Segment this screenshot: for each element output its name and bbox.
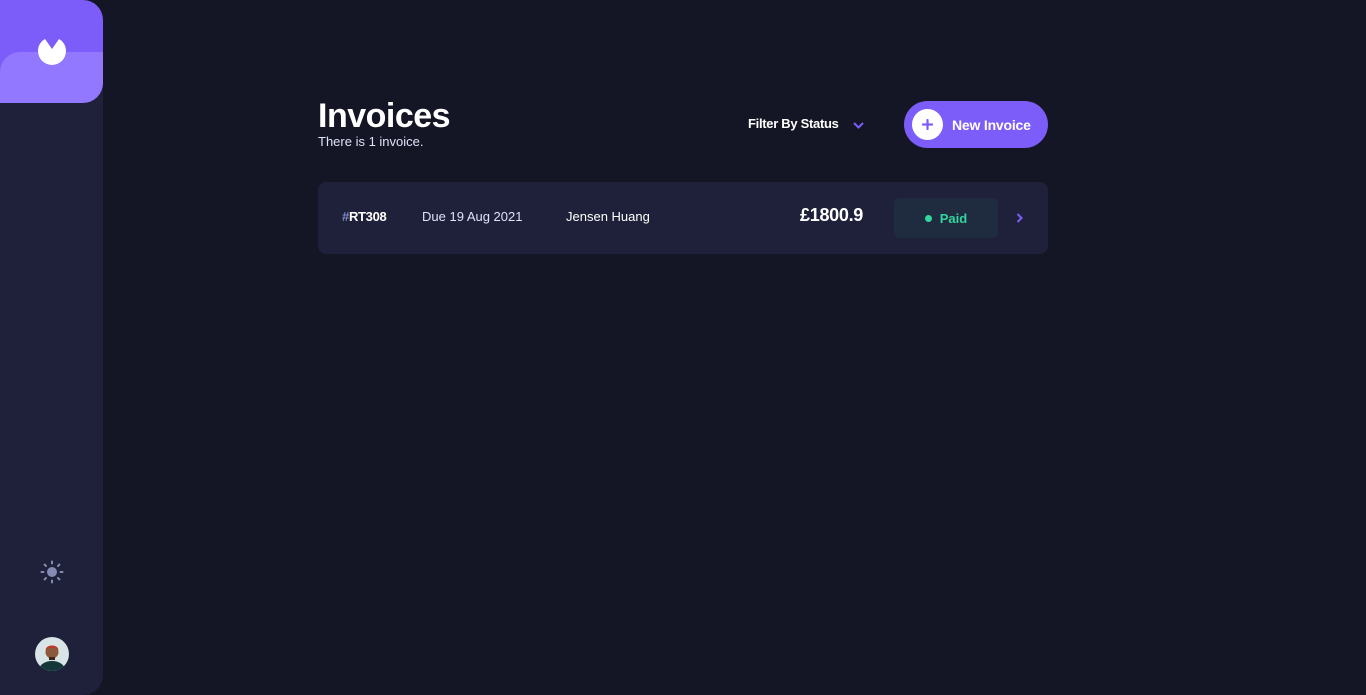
user-avatar[interactable] (35, 637, 69, 671)
invoice-list: #RT308 Due 19 Aug 2021 Jensen Huang £180… (318, 182, 1048, 254)
new-invoice-label: New Invoice (952, 116, 1031, 133)
chevron-right-icon (1016, 213, 1023, 223)
sidebar (0, 0, 103, 695)
filter-label: Filter By Status (748, 116, 839, 131)
status-label: Paid (939, 210, 968, 226)
logo-icon (38, 39, 66, 65)
invoice-count: There is 1 invoice. (318, 134, 424, 149)
filter-by-status-dropdown[interactable]: Filter By Status (748, 116, 864, 131)
avatar-image (35, 637, 69, 671)
page-header: Invoices There is 1 invoice. Filter By S… (318, 96, 1048, 156)
invoice-due-date: Due 19 Aug 2021 (422, 209, 523, 224)
new-invoice-button[interactable]: New Invoice (904, 101, 1048, 148)
plus-icon (912, 109, 943, 140)
status-badge: Paid (894, 198, 998, 238)
status-dot (924, 214, 932, 222)
invoice-row[interactable]: #RT308 Due 19 Aug 2021 Jensen Huang £180… (318, 182, 1048, 254)
chevron-down-icon (852, 121, 864, 129)
logo[interactable] (0, 0, 103, 103)
invoice-id: #RT308 (342, 209, 387, 224)
invoice-client-name: Jensen Huang (566, 209, 650, 224)
page-title: Invoices (318, 97, 451, 135)
invoice-amount: £1800.9 (800, 205, 863, 225)
sun-icon[interactable] (40, 560, 64, 584)
